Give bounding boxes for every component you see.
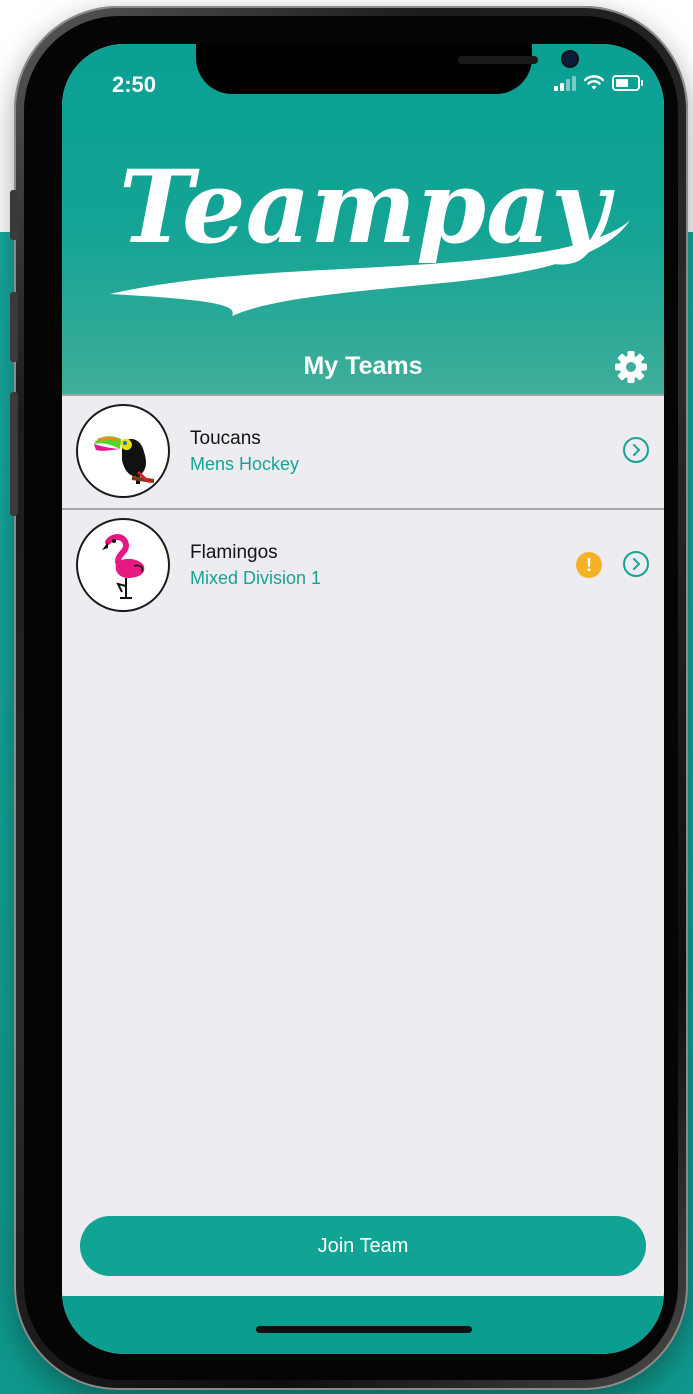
team-row-toucans[interactable]: Toucans Mens Hockey xyxy=(62,394,664,508)
signal-icon xyxy=(554,75,576,91)
footer-bar xyxy=(62,1296,664,1354)
warning-icon[interactable]: ! xyxy=(576,552,602,578)
wifi-icon xyxy=(584,75,604,90)
team-name: Flamingos xyxy=(190,542,278,563)
notch xyxy=(196,44,577,94)
chevron-right-circle-icon[interactable] xyxy=(622,436,650,464)
team-division: Mens Hockey xyxy=(190,454,300,474)
status-time: 2:50 xyxy=(112,72,157,97)
toucan-avatar-icon xyxy=(76,404,170,498)
status-icons xyxy=(554,73,643,93)
home-indicator[interactable] xyxy=(256,1326,472,1333)
battery-icon xyxy=(612,75,643,91)
team-row-flamingos[interactable]: Flamingos Mixed Division 1 ! xyxy=(62,508,664,622)
join-team-button[interactable]: Join Team xyxy=(80,1216,646,1276)
team-division: Mixed Division 1 xyxy=(190,568,322,588)
chevron-right-circle-icon[interactable] xyxy=(622,550,650,578)
volume-down-button xyxy=(10,392,18,516)
app-header: 2:50 Teampay My Teams xyxy=(62,44,664,394)
phone-screen: 2:50 Teampay My Teams Toucans Mens Hocke… xyxy=(62,44,664,1354)
page-title: My Teams xyxy=(303,352,423,380)
svg-text:Teampay: Teampay xyxy=(119,148,615,266)
mute-switch xyxy=(10,190,18,240)
teampay-logo: Teampay xyxy=(110,148,630,316)
settings-gear-icon[interactable] xyxy=(614,350,648,384)
team-name: Toucans xyxy=(190,428,261,449)
flamingo-avatar-icon xyxy=(76,518,170,612)
teams-list: Toucans Mens Hockey Flamingos Mixed Divi… xyxy=(62,394,664,622)
volume-up-button xyxy=(10,292,18,362)
